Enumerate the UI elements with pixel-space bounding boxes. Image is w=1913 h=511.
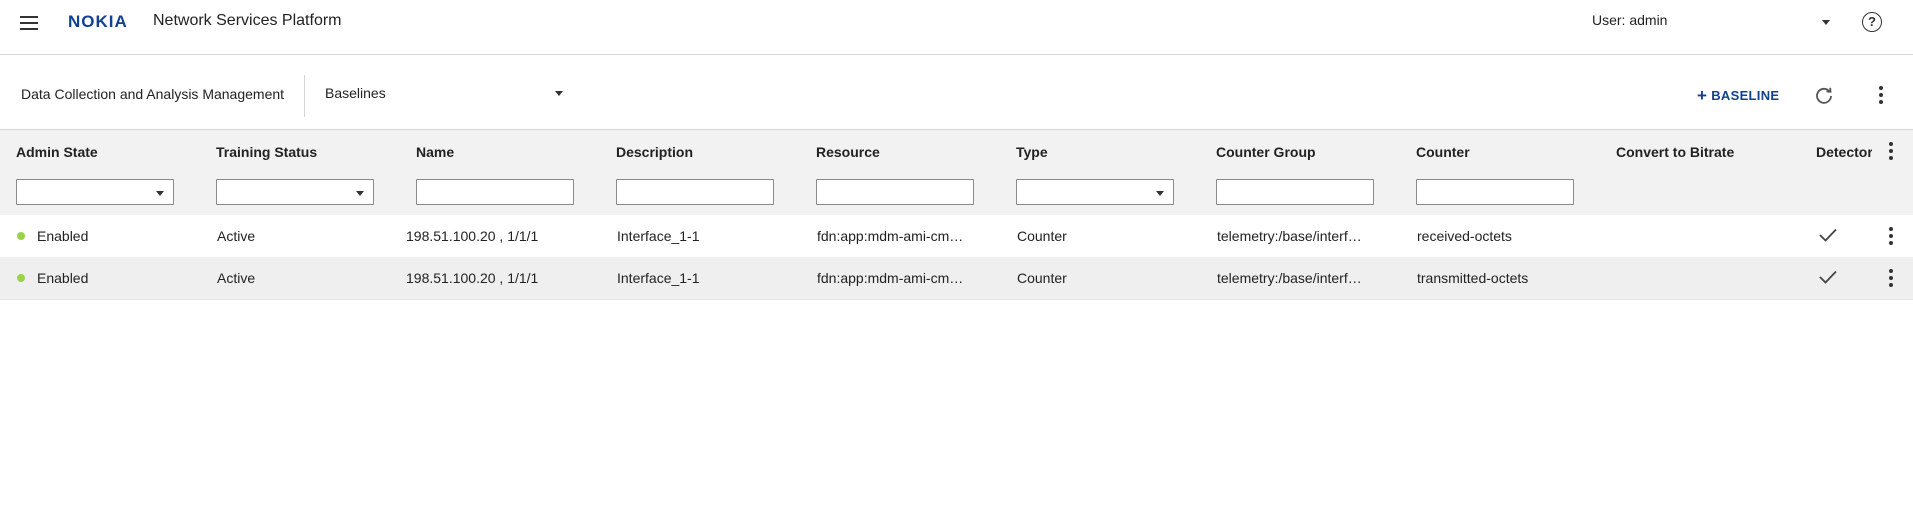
add-baseline-button[interactable]: + BASELINE xyxy=(1697,85,1779,105)
column-header-type[interactable]: Type xyxy=(1016,144,1048,160)
chevron-down-icon xyxy=(555,91,563,96)
cell-training-status: Active xyxy=(217,228,256,244)
training-status-filter[interactable] xyxy=(216,179,374,205)
status-dot-icon xyxy=(17,232,25,240)
filter-row xyxy=(0,172,1913,216)
cell-counter-group: telemetry:/base/interf… xyxy=(1217,228,1362,244)
admin-state-filter[interactable] xyxy=(16,179,174,205)
column-header-training-status[interactable]: Training Status xyxy=(216,144,317,160)
table-row[interactable]: Enabled Active 198.51.100.20 , 1/1/1 Int… xyxy=(0,257,1913,300)
app-title: Network Services Platform xyxy=(153,12,342,29)
checkmark-icon xyxy=(1819,228,1837,242)
column-header-resource[interactable]: Resource xyxy=(816,144,880,160)
view-select[interactable]: Baselines xyxy=(325,79,565,107)
cell-type: Counter xyxy=(1017,270,1067,286)
view-select-value: Baselines xyxy=(325,85,386,101)
column-header-admin-state[interactable]: Admin State xyxy=(16,144,98,160)
cell-resource: fdn:app:mdm-ami-cm… xyxy=(817,228,964,244)
more-vertical-icon[interactable] xyxy=(1879,86,1883,104)
counter-filter[interactable] xyxy=(1416,179,1574,205)
cell-name: 198.51.100.20 , 1/1/1 xyxy=(406,270,539,286)
cell-counter: received-octets xyxy=(1417,228,1512,244)
brand-logo: NOKIA xyxy=(68,12,128,31)
cell-name: 198.51.100.20 , 1/1/1 xyxy=(406,228,539,244)
cell-description: Interface_1-1 xyxy=(617,270,700,286)
page-toolbar: Data Collection and Analysis Management … xyxy=(0,55,1913,130)
column-header-counter-group[interactable]: Counter Group xyxy=(1216,144,1316,160)
chevron-down-icon[interactable] xyxy=(1822,20,1830,25)
cell-admin-state: Enabled xyxy=(37,228,89,244)
chevron-down-icon xyxy=(356,191,364,196)
plus-icon: + xyxy=(1697,86,1708,105)
column-header-counter[interactable]: Counter xyxy=(1416,144,1470,160)
cell-resource: fdn:app:mdm-ami-cm… xyxy=(817,270,964,286)
table-row[interactable]: Enabled Active 198.51.100.20 , 1/1/1 Int… xyxy=(0,215,1913,258)
column-header-convert-to-bitrate[interactable]: Convert to Bitrate xyxy=(1616,144,1734,160)
counter-group-filter[interactable] xyxy=(1216,179,1374,205)
more-vertical-icon[interactable] xyxy=(1889,269,1893,287)
divider xyxy=(304,75,305,117)
description-filter[interactable] xyxy=(616,179,774,205)
cell-type: Counter xyxy=(1017,228,1067,244)
user-menu[interactable]: User: admin xyxy=(1592,12,1667,28)
cell-admin-state: Enabled xyxy=(37,270,89,286)
chevron-down-icon xyxy=(156,191,164,196)
more-vertical-icon[interactable] xyxy=(1889,142,1893,160)
checkmark-icon xyxy=(1819,270,1837,284)
cell-training-status: Active xyxy=(217,270,256,286)
column-header-detector[interactable]: Detector xyxy=(1816,144,1872,160)
table-header: Admin State Training Status Name Descrip… xyxy=(0,130,1913,172)
top-bar: NOKIA Network Services Platform User: ad… xyxy=(0,0,1913,55)
menu-icon[interactable] xyxy=(20,16,38,30)
help-icon[interactable]: ? xyxy=(1862,12,1882,32)
type-filter[interactable] xyxy=(1016,179,1174,205)
chevron-down-icon xyxy=(1156,191,1164,196)
cell-counter: transmitted-octets xyxy=(1417,270,1529,286)
column-header-name[interactable]: Name xyxy=(416,144,454,160)
breadcrumb[interactable]: Data Collection and Analysis Management xyxy=(21,86,284,102)
more-vertical-icon[interactable] xyxy=(1889,227,1893,245)
cell-counter-group: telemetry:/base/interf… xyxy=(1217,270,1362,286)
cell-description: Interface_1-1 xyxy=(617,228,700,244)
refresh-icon[interactable] xyxy=(1814,85,1834,105)
status-dot-icon xyxy=(17,274,25,282)
add-baseline-label: BASELINE xyxy=(1711,88,1780,103)
resource-filter[interactable] xyxy=(816,179,974,205)
name-filter[interactable] xyxy=(416,179,574,205)
column-header-description[interactable]: Description xyxy=(616,144,693,160)
